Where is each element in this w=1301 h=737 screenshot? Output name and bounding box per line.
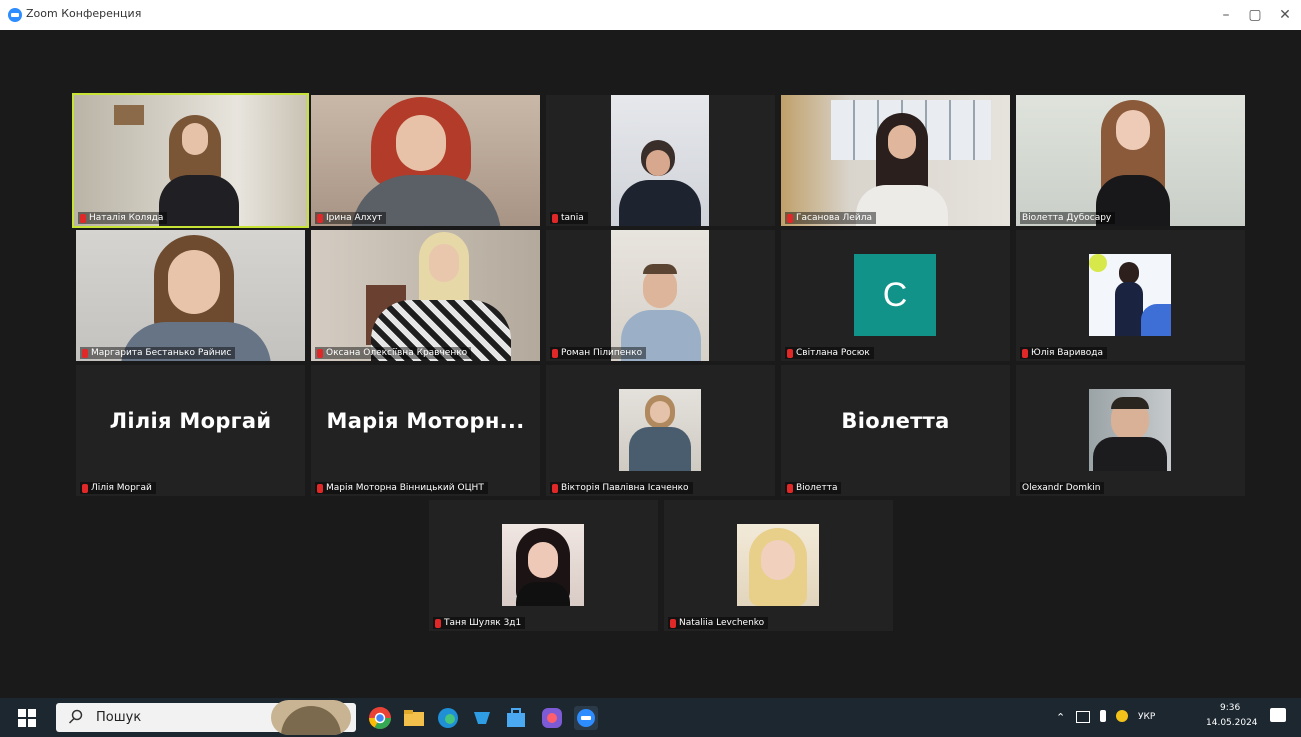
participant-name-label: Вікторія Павлівна Ісаченко <box>550 482 693 494</box>
gallery-view: Наталія Коляда Ірина Алхут tania Гасанов… <box>0 30 1301 698</box>
mic-muted-icon <box>317 213 323 223</box>
participant-name-label: Ірина Алхут <box>315 212 387 224</box>
participant-video <box>611 230 709 361</box>
mic-muted-icon <box>552 483 558 493</box>
chrome-icon[interactable] <box>368 706 392 730</box>
participant-tile[interactable]: Ірина Алхут <box>311 95 540 226</box>
windows-start-icon[interactable] <box>18 709 36 727</box>
participant-video <box>311 95 540 226</box>
participant-tile[interactable]: Гасанова Лейла <box>781 95 1010 226</box>
participant-video <box>502 524 584 606</box>
participant-video <box>737 524 819 606</box>
participant-tile[interactable]: Наталія Коляда <box>72 93 309 228</box>
participant-video <box>76 230 305 361</box>
participant-tile[interactable]: Nataliia Levchenko <box>664 500 893 631</box>
participant-name-label: Таня Шуляк 3д1 <box>433 617 526 629</box>
taskbar-search-box[interactable]: Пошук <box>56 700 356 735</box>
close-button[interactable]: ✕ <box>1272 4 1298 26</box>
participant-video <box>1089 254 1171 336</box>
participant-name-label: Марія Моторна Вінницький ОЦНТ <box>315 482 488 494</box>
search-placeholder: Пошук <box>96 710 142 725</box>
search-icon <box>68 709 84 729</box>
participant-tile[interactable]: C Світлана Росюк <box>781 230 1010 361</box>
participant-name-label: Маргарита Бестанько Райнис <box>80 347 236 359</box>
notification-icon[interactable] <box>1270 708 1286 722</box>
mic-muted-icon <box>435 618 441 628</box>
participant-video <box>1089 389 1171 471</box>
zoom-logo-icon <box>8 8 22 22</box>
edge-icon[interactable] <box>436 706 460 730</box>
mic-muted-icon <box>317 348 323 358</box>
participant-tile[interactable]: Роман Пілипенко <box>546 230 775 361</box>
participant-video <box>1016 95 1245 226</box>
participant-video <box>611 95 709 226</box>
store-icon[interactable] <box>504 706 528 730</box>
participant-name-label: Olexandr Domkin <box>1020 482 1105 494</box>
participant-tile[interactable]: Марія Моторн... Марія Моторна Вінницький… <box>311 365 540 496</box>
participant-tile[interactable]: Віолетта Віолетта <box>781 365 1010 496</box>
network-icon[interactable] <box>1076 711 1090 723</box>
file-explorer-icon[interactable] <box>402 706 426 730</box>
clock-date[interactable]: 14.05.2024 <box>1206 718 1258 728</box>
mic-muted-icon <box>552 348 558 358</box>
participant-tile[interactable]: Лілія Моргай Лілія Моргай <box>76 365 305 496</box>
language-indicator[interactable]: УКР <box>1138 712 1155 722</box>
participant-name-label: Роман Пілипенко <box>550 347 647 359</box>
minimize-button[interactable]: – <box>1213 4 1239 26</box>
windows-taskbar: Пошук ⌃ УКР 9:36 14.05.2024 <box>0 698 1301 737</box>
participant-video <box>311 230 540 361</box>
clock-time[interactable]: 9:36 <box>1220 703 1240 713</box>
window-title: Zoom Конференция <box>26 7 142 20</box>
participant-name-label: Оксана Олексіївна Кравченко <box>315 347 472 359</box>
participant-video <box>619 389 701 471</box>
participant-name-label: Лілія Моргай <box>80 482 156 494</box>
mic-muted-icon <box>787 213 793 223</box>
mic-muted-icon <box>1022 348 1028 358</box>
participant-name-label: Наталія Коляда <box>78 212 168 224</box>
participant-tile[interactable]: Маргарита Бестанько Райнис <box>76 230 305 361</box>
participant-name-label: Світлана Росюк <box>785 347 874 359</box>
battery-icon[interactable] <box>1100 710 1106 722</box>
search-highlight-image <box>271 700 351 735</box>
participant-tile[interactable]: tania <box>546 95 775 226</box>
mic-muted-icon <box>82 348 88 358</box>
participant-name-label: Гасанова Лейла <box>785 212 876 224</box>
mic-muted-icon <box>80 213 86 223</box>
mic-muted-icon <box>787 348 793 358</box>
participant-tile[interactable]: Таня Шуляк 3д1 <box>429 500 658 631</box>
viber-icon[interactable] <box>540 706 564 730</box>
participant-name-label: tania <box>550 212 588 224</box>
participant-video <box>74 95 307 226</box>
participant-tile[interactable]: Віолетта Дубосару <box>1016 95 1245 226</box>
participant-display-name: Віолетта <box>841 409 950 433</box>
participant-tile[interactable]: Юлія Варивода <box>1016 230 1245 361</box>
participant-name-label: Віолетта Дубосару <box>1020 212 1116 224</box>
maximize-button[interactable]: ▢ <box>1242 4 1268 26</box>
title-bar: Zoom Конференция – ▢ ✕ <box>0 0 1301 30</box>
participant-avatar: C <box>854 254 936 336</box>
participant-name-label: Юлія Варивода <box>1020 347 1108 359</box>
zoom-taskbar-icon[interactable] <box>574 706 598 730</box>
mic-muted-icon <box>317 483 323 493</box>
participant-tile[interactable]: Olexandr Domkin <box>1016 365 1245 496</box>
participant-name-label: Nataliia Levchenko <box>668 617 769 629</box>
tray-app-icon[interactable] <box>1116 710 1128 722</box>
mic-muted-icon <box>552 213 558 223</box>
participant-video <box>781 95 1010 226</box>
mic-muted-icon <box>787 483 793 493</box>
app-icon[interactable] <box>470 706 494 730</box>
participant-tile[interactable]: Вікторія Павлівна Ісаченко <box>546 365 775 496</box>
participant-display-name: Лілія Моргай <box>109 409 272 433</box>
participant-name-label: Віолетта <box>785 482 842 494</box>
participant-tile[interactable]: Оксана Олексіївна Кравченко <box>311 230 540 361</box>
mic-muted-icon <box>82 483 88 493</box>
tray-chevron-icon[interactable]: ⌃ <box>1056 711 1065 724</box>
mic-muted-icon <box>670 618 676 628</box>
participant-display-name: Марія Моторн... <box>326 409 525 433</box>
